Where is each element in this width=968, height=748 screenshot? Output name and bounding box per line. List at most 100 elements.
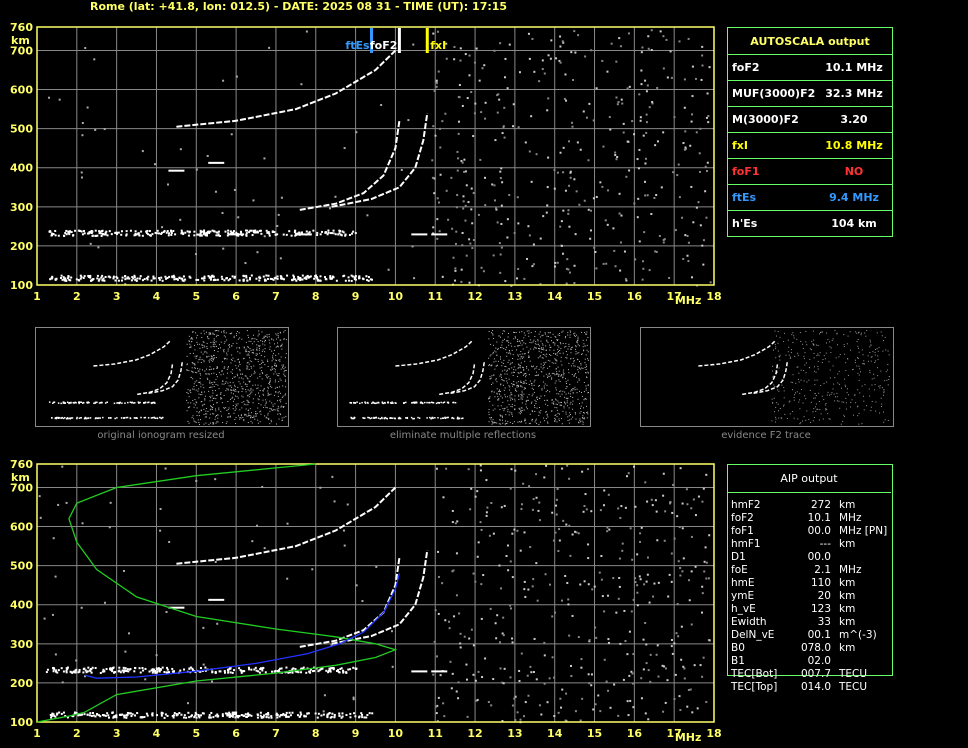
x-tick-label: 14 <box>547 727 563 740</box>
noise-dot <box>607 641 610 644</box>
noise-dot <box>560 401 562 403</box>
noise-dot <box>560 390 562 392</box>
noise-dot <box>522 348 524 350</box>
noise-dot <box>809 358 811 360</box>
noise-dot <box>212 408 214 410</box>
echo-trace <box>285 711 288 714</box>
noise-dot <box>391 665 394 668</box>
noise-dot <box>549 391 551 393</box>
noise-dot <box>213 368 215 370</box>
echo-trace <box>217 715 220 718</box>
noise-dot <box>528 356 530 358</box>
noise-dot <box>551 511 554 514</box>
noise-dot <box>512 371 514 373</box>
noise-dot <box>518 421 520 423</box>
noise-dot <box>553 715 556 718</box>
noise-dot <box>508 344 510 346</box>
noise-dot <box>205 413 207 415</box>
noise-dot <box>639 578 642 581</box>
noise-dot <box>708 534 711 537</box>
noise-dot <box>657 581 660 584</box>
noise-dot <box>869 352 871 354</box>
noise-dot <box>232 393 234 395</box>
noise-dot <box>270 421 272 423</box>
noise-dot <box>217 351 219 353</box>
autoscala-row-value: 3.20 <box>840 113 868 126</box>
noise-dot <box>562 410 564 412</box>
noise-dot <box>839 354 841 356</box>
noise-dot <box>540 340 542 342</box>
noise-dot <box>520 380 522 382</box>
noise-dot <box>852 369 854 371</box>
x-tick-label: 9 <box>352 727 360 740</box>
noise-dot <box>194 371 196 373</box>
noise-dot <box>319 486 322 489</box>
echo-trace <box>52 402 54 405</box>
noise-dot <box>437 696 440 699</box>
noise-dot <box>690 535 693 538</box>
noise-dot <box>257 407 259 409</box>
noise-dot <box>482 574 485 577</box>
aip-row-unit: TECU <box>839 681 868 693</box>
echo-trace <box>66 417 68 420</box>
noise-dot <box>263 415 265 417</box>
noise-dot <box>530 339 532 341</box>
echo-trace <box>60 402 62 405</box>
noise-dot <box>588 639 591 642</box>
echo-trace <box>208 713 211 716</box>
noise-dot <box>859 371 861 373</box>
echo-trace <box>161 666 164 669</box>
noise-dot <box>521 409 523 411</box>
noise-dot <box>235 390 237 392</box>
aip-row-value: 00.0 <box>807 525 831 537</box>
noise-dot <box>513 338 515 340</box>
noise-dot <box>517 376 519 378</box>
echo-trace <box>417 416 419 419</box>
noise-dot <box>476 490 479 493</box>
noise-dot <box>564 574 567 577</box>
noise-dot <box>793 335 795 337</box>
noise-dot <box>280 406 282 408</box>
ionogram-page: Rome (lat: +41.8, lon: 012.5) - DATE: 20… <box>0 0 968 748</box>
noise-dot <box>679 467 682 470</box>
noise-dot <box>531 410 533 412</box>
echo-trace <box>291 671 294 674</box>
noise-dot <box>534 336 536 338</box>
noise-dot <box>282 395 284 397</box>
noise-dot <box>61 681 64 684</box>
noise-dot <box>795 382 797 384</box>
noise-dot <box>636 584 639 587</box>
noise-dot <box>814 370 816 372</box>
noise-dot <box>227 400 229 402</box>
noise-dot <box>585 354 587 356</box>
noise-dot <box>516 711 519 714</box>
noise-dot <box>445 467 448 470</box>
noise-dot <box>226 421 228 423</box>
noise-dot <box>253 334 255 336</box>
noise-dot <box>201 337 203 339</box>
echo-trace <box>246 713 249 716</box>
noise-dot <box>538 704 541 707</box>
noise-dot <box>798 381 800 383</box>
noise-dot <box>681 527 684 530</box>
noise-dot <box>640 677 643 680</box>
noise-dot <box>829 377 831 379</box>
noise-dot <box>239 337 241 339</box>
noise-dot <box>857 338 859 340</box>
noise-dot <box>535 367 537 369</box>
noise-dot <box>577 369 579 371</box>
noise-dot <box>210 405 212 407</box>
noise-dot <box>266 376 268 378</box>
noise-dot <box>250 366 252 368</box>
noise-dot <box>804 364 806 366</box>
noise-dot <box>633 465 636 468</box>
noise-dot <box>669 502 672 505</box>
noise-dot <box>526 346 528 348</box>
noise-dot <box>455 552 458 555</box>
noise-dot <box>253 349 255 351</box>
noise-dot <box>835 396 837 398</box>
noise-dot <box>536 397 538 399</box>
noise-dot <box>258 395 260 397</box>
noise-dot <box>556 371 558 373</box>
noise-dot <box>255 411 257 413</box>
